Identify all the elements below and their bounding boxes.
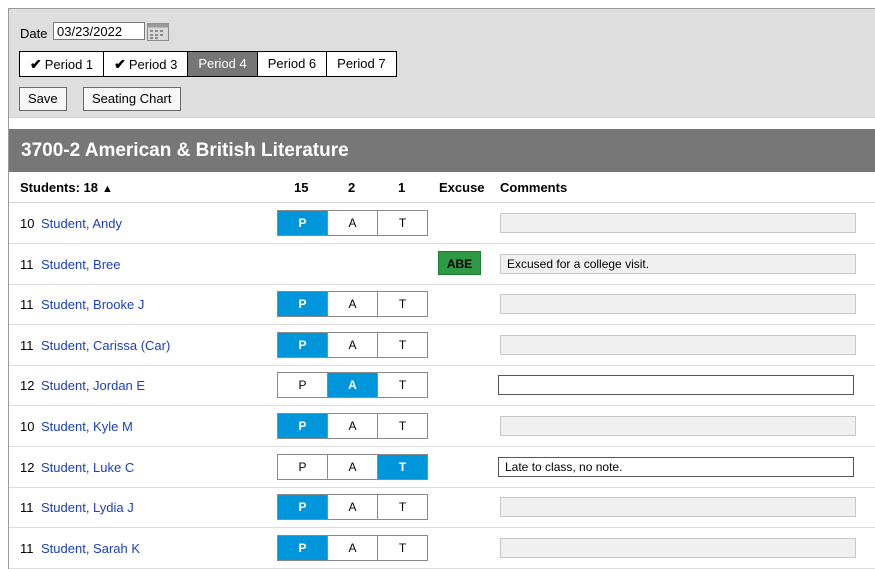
comment-field[interactable]	[500, 213, 856, 233]
status-p-button[interactable]: P	[278, 414, 328, 438]
section-title: 3700-2 American & British Literature	[9, 129, 875, 172]
excuse-header: Excuse	[439, 180, 485, 195]
student-name-link[interactable]: Student, Luke C	[41, 460, 134, 475]
comment-field[interactable]: Excused for a college visit.	[500, 253, 856, 274]
period-tabs: ✔ Period 1 ✔ Period 3 Period 4 Period 6 Period…	[19, 51, 397, 77]
attendance-toggle: PAT	[277, 453, 428, 480]
student-grade: 11	[20, 256, 34, 272]
student-name-link[interactable]: Student, Kyle M	[41, 419, 133, 434]
student-grade: 11	[20, 297, 34, 313]
period-tab-label: Period 3	[128, 57, 178, 72]
period-tab-label: Period 7	[337, 56, 386, 71]
status-t-button[interactable]: T	[378, 414, 427, 438]
student-grade: 11	[20, 337, 34, 353]
status-t-button[interactable]: T	[378, 454, 427, 479]
comment-field[interactable]	[498, 375, 854, 396]
table-row: 12 Student, Luke C P A T Late to class, no no…	[9, 447, 875, 488]
attendance-toggle: PAT	[277, 331, 428, 358]
attendance-toggle: PAT	[277, 291, 428, 318]
student-grade: 10	[20, 419, 35, 434]
attendance-toggle: PAT	[277, 372, 428, 399]
checkmark-icon: ✔	[30, 56, 42, 72]
attendance-toggle: PAT	[277, 534, 428, 561]
date-label: Date	[20, 26, 48, 41]
table-row: 12 Student, Jordan E PAT	[9, 365, 875, 407]
status-a-button[interactable]: A	[328, 332, 378, 357]
save-button[interactable]: Save	[19, 87, 67, 111]
student-grade: 12	[20, 378, 35, 394]
student-name-link[interactable]: Student, Bree	[41, 257, 121, 272]
status-t-button[interactable]: T	[378, 292, 427, 317]
student-grade: 11	[20, 540, 34, 556]
student-name-link[interactable]: Student, Carissa (Car)	[41, 338, 170, 353]
status-a-button[interactable]: A	[328, 211, 378, 235]
period-tab[interactable]: ✔ Period 1	[20, 52, 105, 76]
comment-field[interactable]	[500, 497, 856, 518]
student-name-link[interactable]: Student, Lydia J	[41, 500, 134, 515]
comment-field[interactable]	[500, 537, 856, 558]
status-a-button[interactable]: A	[328, 292, 378, 317]
period-tab-label: Period 4	[198, 56, 247, 71]
comment-field[interactable]	[500, 416, 856, 436]
comment-field[interactable]	[500, 294, 856, 315]
calendar-icon[interactable]	[147, 23, 169, 41]
status-t-button[interactable]: T	[378, 495, 427, 520]
status-a-button[interactable]: A	[328, 414, 378, 438]
student-name-link[interactable]: Student, Andy	[41, 216, 122, 231]
status-p-button[interactable]: P	[278, 211, 328, 235]
table-row: 10 Student, Kyle M PAT	[9, 406, 875, 447]
toolbar: Date ✔Period 1✔Period 3Period 4Period 6P…	[9, 9, 875, 118]
student-grade: 10	[20, 216, 35, 231]
status-p-button[interactable]: P	[278, 535, 328, 560]
absent-count-header: 2	[348, 180, 356, 195]
period-tab-label: Period 6	[267, 56, 317, 71]
students-count: Students: 18	[20, 180, 99, 195]
table-row: 11 Student, Lydia J PAT	[9, 487, 875, 529]
student-name-link[interactable]: Student, Brooke J	[41, 297, 144, 312]
table-row: 11 Student, Sarah K PAT	[9, 528, 875, 569]
period-tab[interactable]: ✔ Period 3	[104, 52, 189, 76]
status-p-button[interactable]: P	[278, 292, 328, 317]
status-t-button[interactable]: T	[378, 332, 427, 357]
table-row: 11 Student, Carissa (Car) P A T	[9, 325, 875, 366]
present-count-header: 15	[294, 180, 309, 195]
status-a-button[interactable]: A	[328, 535, 378, 560]
student-grade: 11	[20, 500, 34, 516]
attendance-frame: Date ✔Period 1✔Period 3Period 4Period 6P…	[8, 8, 875, 569]
comment-field[interactable]: Late to class, no note.	[498, 456, 854, 477]
table-row: 11 Student, Brooke J PAT	[9, 284, 875, 326]
attendance-toggle: PAT	[277, 413, 428, 439]
students-header[interactable]: Students: 18 ▲	[20, 180, 113, 195]
period-tab[interactable]: Period 7	[327, 52, 395, 76]
student-grade: 12	[20, 459, 35, 475]
status-p-button[interactable]: P	[278, 373, 328, 398]
status-t-button[interactable]: T	[378, 373, 427, 398]
comment-field[interactable]	[500, 334, 856, 355]
student-name-link[interactable]: Student, Sarah K	[41, 541, 140, 556]
status-a-button[interactable]: A	[328, 373, 378, 398]
sort-ascending-icon[interactable]: ▲	[102, 183, 113, 195]
status-p-button[interactable]: P	[278, 454, 328, 479]
seating-chart-button[interactable]: Seating Chart	[83, 87, 181, 111]
table-header: Students: 18 ▲ 15 2 1 Excuse Comments	[9, 172, 875, 203]
table-row: 11 Student, Bree ABE Excused for a college …	[9, 244, 875, 285]
comments-header: Comments	[500, 180, 568, 195]
period-tab[interactable]: Period 4	[188, 52, 258, 76]
attendance-toggle: PAT	[277, 494, 428, 521]
status-a-button[interactable]: A	[328, 454, 378, 479]
tardy-count-header: 1	[398, 180, 406, 195]
excuse-badge[interactable]: ABE	[438, 250, 481, 275]
status-t-button[interactable]: T	[378, 211, 427, 235]
period-tab[interactable]: Period 6	[258, 52, 328, 76]
status-a-button[interactable]: A	[328, 495, 378, 520]
table-row: 10 Student, Andy P A T	[9, 203, 875, 244]
attendance-toggle: PAT	[277, 210, 428, 236]
status-p-button[interactable]: P	[278, 495, 328, 520]
status-t-button[interactable]: T	[378, 535, 427, 560]
date-input[interactable]	[53, 22, 145, 40]
checkmark-icon: ✔	[114, 56, 126, 72]
status-p-button[interactable]: P	[278, 332, 328, 357]
student-name-link[interactable]: Student, Jordan E	[41, 378, 145, 393]
period-tab-label: Period 1	[44, 57, 94, 72]
